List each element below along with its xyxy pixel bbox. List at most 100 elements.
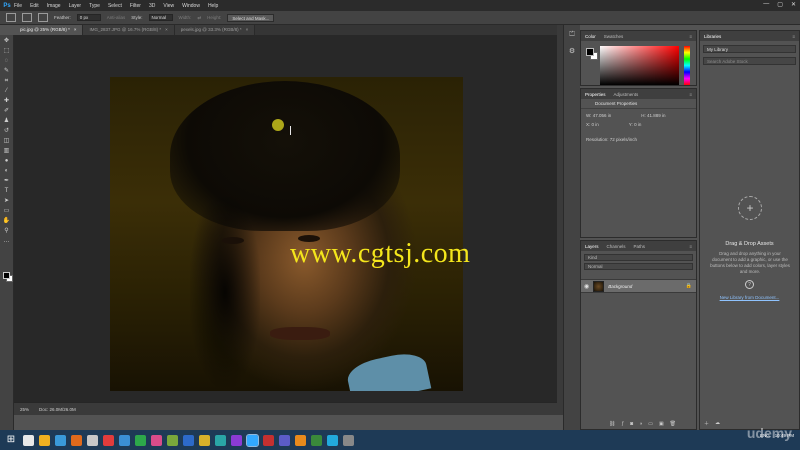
new-selection-icon[interactable] bbox=[22, 13, 32, 22]
tab-libraries[interactable]: Libraries bbox=[704, 34, 721, 39]
help-icon[interactable]: ? bbox=[745, 280, 754, 289]
shape-tool-icon[interactable]: ▭ bbox=[2, 207, 12, 215]
add-asset-icon[interactable]: + bbox=[738, 196, 762, 220]
close-button[interactable]: ✕ bbox=[791, 1, 796, 8]
visibility-eye-icon[interactable]: ◉ bbox=[584, 283, 589, 290]
taskbar-app-icon[interactable] bbox=[55, 434, 66, 446]
close-tab-icon[interactable]: × bbox=[165, 27, 168, 32]
blend-mode-select[interactable]: Normal bbox=[584, 263, 693, 270]
link-layers-icon[interactable]: ⛓ bbox=[609, 421, 615, 427]
h-value[interactable]: 41.889 in bbox=[647, 113, 666, 118]
actions-icon[interactable]: ⚙ bbox=[567, 47, 577, 57]
close-tab-icon[interactable]: × bbox=[74, 27, 77, 32]
taskbar-app-icon[interactable] bbox=[39, 434, 50, 446]
gradient-tool-icon[interactable]: ▥ bbox=[2, 147, 12, 155]
path-select-icon[interactable]: ➤ bbox=[2, 197, 12, 205]
taskbar-app-icon[interactable] bbox=[183, 434, 194, 446]
panel-menu-icon[interactable]: ≡ bbox=[792, 34, 795, 39]
taskbar-app-icon[interactable] bbox=[119, 434, 130, 446]
healing-brush-icon[interactable]: ✚ bbox=[2, 97, 12, 105]
pen-tool-icon[interactable]: ✒ bbox=[2, 177, 12, 185]
taskbar-app-icon[interactable] bbox=[215, 434, 226, 446]
taskbar-app-icon[interactable] bbox=[263, 434, 274, 446]
mask-icon[interactable]: ◙ bbox=[630, 421, 633, 427]
library-search-input[interactable]: Search Adobe Stock bbox=[703, 57, 796, 65]
add-selection-icon[interactable] bbox=[38, 13, 48, 22]
antialias-checkbox[interactable]: Anti-alias bbox=[107, 15, 126, 20]
menu-help[interactable]: Help bbox=[208, 3, 218, 9]
layer-row-background[interactable]: ◉ Background 🔒 bbox=[581, 279, 696, 293]
doc-tab-pexels[interactable]: pexels.jpg @ 33.3% (RGB/8) * × bbox=[174, 25, 256, 35]
new-layer-icon[interactable]: ▣ bbox=[659, 421, 664, 427]
library-select[interactable]: My Library bbox=[703, 45, 796, 53]
canvas-area[interactable]: www.cgtsj.com bbox=[14, 35, 557, 402]
doc-tab-img2837[interactable]: IMG_2837.JPG @ 16.7% (RGB/8) * × bbox=[83, 25, 175, 35]
select-and-mask-button[interactable]: Select and Mask... bbox=[227, 13, 275, 22]
new-library-link[interactable]: New Library from Document... bbox=[700, 295, 799, 300]
taskbar-app-icon[interactable] bbox=[295, 434, 306, 446]
menu-view[interactable]: View bbox=[163, 3, 174, 9]
tab-properties[interactable]: Properties bbox=[585, 92, 606, 97]
color-swatches[interactable] bbox=[3, 272, 13, 282]
menu-filter[interactable]: Filter bbox=[130, 3, 141, 9]
menu-layer[interactable]: Layer bbox=[69, 3, 82, 9]
style-select[interactable]: Normal bbox=[148, 14, 173, 21]
taskbar-app-icon[interactable] bbox=[327, 434, 338, 446]
marquee-tool-icon[interactable]: ⬚ bbox=[2, 47, 12, 55]
layer-filter-select[interactable]: Kind bbox=[584, 254, 693, 261]
tab-layers[interactable]: Layers bbox=[585, 244, 599, 249]
menu-3d[interactable]: 3D bbox=[149, 3, 155, 9]
taskbar-app-icon[interactable] bbox=[135, 434, 146, 446]
clone-stamp-icon[interactable]: ♟ bbox=[2, 117, 12, 125]
menu-edit[interactable]: Edit bbox=[30, 3, 39, 9]
swap-icon[interactable]: ⇄ bbox=[197, 15, 201, 21]
move-tool-icon[interactable]: ✥ bbox=[2, 37, 12, 45]
menu-image[interactable]: Image bbox=[47, 3, 61, 9]
hue-slider[interactable] bbox=[684, 46, 690, 85]
feather-input[interactable]: 0 px bbox=[76, 14, 101, 21]
taskbar-app-icon[interactable] bbox=[311, 434, 322, 446]
tab-color[interactable]: Color bbox=[585, 34, 596, 39]
w-value[interactable]: 47.056 in bbox=[593, 113, 612, 118]
menu-type[interactable]: Type bbox=[89, 3, 100, 9]
crop-tool-icon[interactable]: ⌗ bbox=[2, 77, 12, 85]
hand-tool-icon[interactable]: ✋ bbox=[2, 217, 12, 225]
cloud-icon[interactable]: ☁ bbox=[715, 420, 720, 427]
panel-menu-icon[interactable]: ≡ bbox=[689, 244, 692, 249]
minimize-button[interactable]: — bbox=[763, 1, 769, 8]
dodge-tool-icon[interactable]: ◐ bbox=[2, 167, 12, 175]
brush-tool-icon[interactable]: ✐ bbox=[2, 107, 12, 115]
taskbar-app-icon[interactable] bbox=[246, 433, 259, 447]
group-icon[interactable]: ▭ bbox=[648, 421, 653, 427]
quick-select-tool-icon[interactable]: ✎ bbox=[2, 67, 12, 75]
zoom-level[interactable]: 25% bbox=[20, 407, 29, 412]
lasso-tool-icon[interactable]: ◌ bbox=[2, 57, 12, 65]
taskbar-app-icon[interactable] bbox=[151, 434, 162, 446]
taskbar-app-icon[interactable] bbox=[231, 434, 242, 446]
taskbar-app-icon[interactable] bbox=[103, 434, 114, 446]
tab-channels[interactable]: Channels bbox=[607, 244, 626, 249]
menu-file[interactable]: File bbox=[14, 3, 22, 9]
tab-swatches[interactable]: Swatches bbox=[604, 34, 624, 39]
history-icon[interactable]: ⏍ bbox=[567, 31, 577, 41]
type-tool-icon[interactable]: T bbox=[2, 187, 12, 195]
layer-name[interactable]: Background bbox=[608, 284, 682, 289]
taskbar-app-icon[interactable] bbox=[199, 434, 210, 446]
eyedropper-tool-icon[interactable]: ⁄ bbox=[2, 87, 12, 95]
marquee-tool-icon[interactable] bbox=[6, 13, 16, 22]
taskbar-app-icon[interactable] bbox=[23, 434, 34, 446]
eraser-tool-icon[interactable]: ◫ bbox=[2, 137, 12, 145]
adjustment-icon[interactable]: ◑ bbox=[639, 421, 642, 427]
taskbar-app-icon[interactable] bbox=[71, 434, 82, 446]
taskbar-app-icon[interactable] bbox=[167, 434, 178, 446]
taskbar-app-icon[interactable] bbox=[87, 434, 98, 446]
taskbar-app-icon[interactable] bbox=[279, 434, 290, 446]
panel-menu-icon[interactable]: ≡ bbox=[689, 34, 692, 39]
close-tab-icon[interactable]: × bbox=[246, 27, 249, 32]
add-content-icon[interactable]: ＋ bbox=[704, 420, 709, 427]
panel-menu-icon[interactable]: ≡ bbox=[689, 92, 692, 97]
menu-select[interactable]: Select bbox=[108, 3, 122, 9]
tab-adjustments[interactable]: Adjustments bbox=[614, 92, 639, 97]
y-value[interactable]: 0 in bbox=[634, 122, 641, 127]
x-value[interactable]: 0 in bbox=[592, 122, 599, 127]
